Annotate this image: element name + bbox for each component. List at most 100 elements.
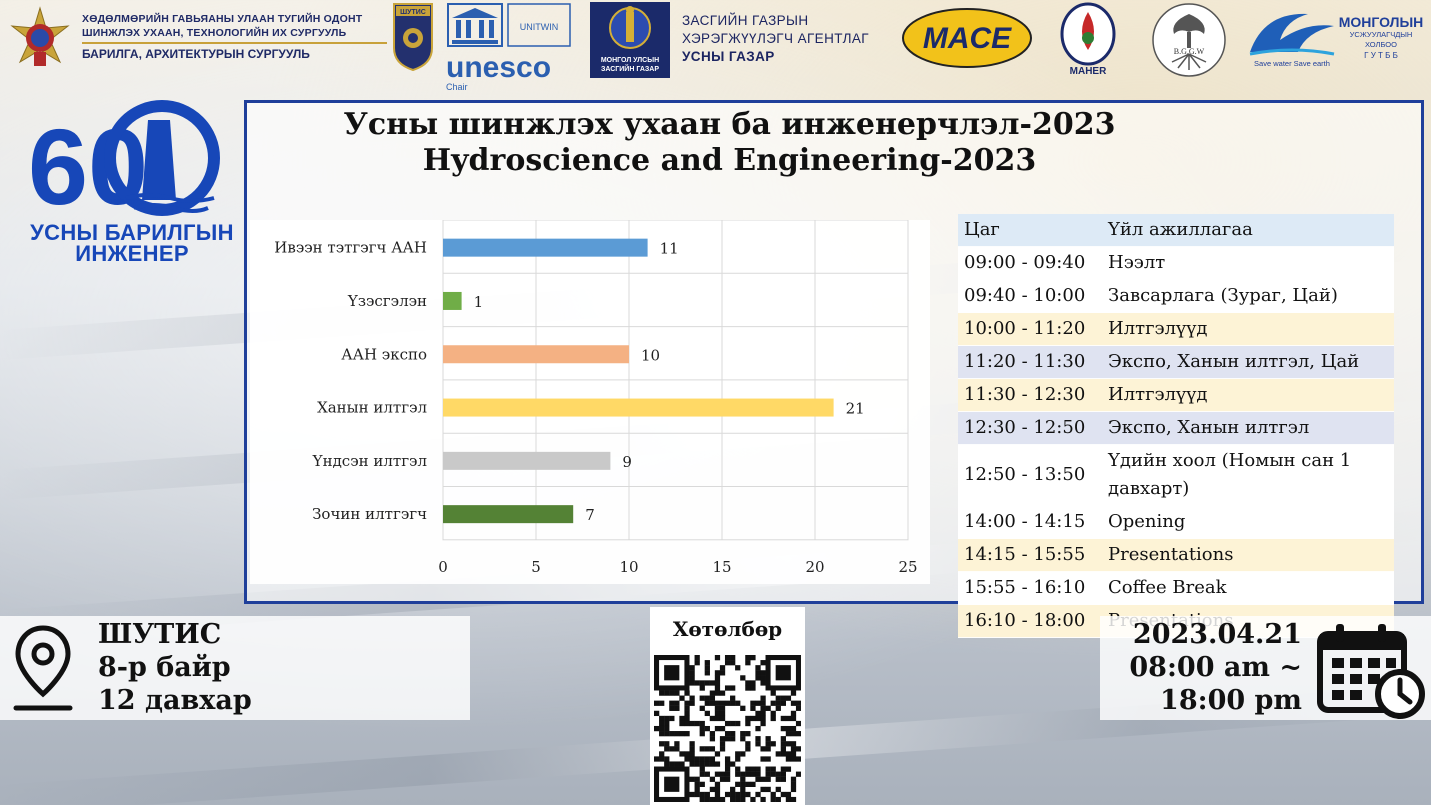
water-union-line-1: МОНГОЛЫН [1338,14,1424,30]
event-datetime: 2023.04.21 08:00 am ~ 18:00 pm [1108,618,1302,717]
location-text: ШУТИС 8-р байр 12 давхар [98,618,252,717]
qr-finder-pattern [654,655,690,691]
event-time-start: 08:00 am ~ [1129,652,1302,683]
schedule-activity-cell: Үдийн хоол (Номын сан 1 давхарт) [1108,450,1352,499]
schedule-activity-cell: Экспо, Ханын илтгэл, Цай [1108,351,1360,372]
chart-bar [443,238,648,257]
unesco-temple-icon: UNITWIN [447,3,571,47]
emblem-line-2: ЗАСГИЙН ГАЗАР [600,66,660,73]
unesco-logo: UNITWIN unesco Chair [446,2,572,92]
schedule-time-cell: 11:30 - 12:30 [964,384,1086,405]
chart-category-label: Үзэсгэлэн [347,292,427,310]
chart-svg: 0 5 10 15 20 25 Ивээн тэтгэгч ААН 11 Үзэсгэлэн 1 А… [274,220,918,576]
participants-bar-chart: 0 5 10 15 20 25 Ивээн тэтгэгч ААН 11 Үзэсгэлэн 1 А… [250,220,930,584]
schedule-activity-cell: Coffee Break [1108,577,1227,598]
schedule-time-cell: 16:10 - 18:00 [964,610,1086,631]
emblem-line-1: МОНГОЛ УЛСЫН [600,57,660,64]
chart-x-tick-label: 15 [712,558,731,576]
chart-category-label: Ивээн тэтгэгч ААН [274,239,427,257]
school-name: БАРИЛГА, АРХИТЕКТУРЫН СУРГУУЛЬ [82,47,310,61]
unesco-wordmark: unesco [446,51,552,84]
government-emblem: МОНГОЛ УЛСЫН ЗАСГИЙН ГАЗАР [590,2,670,78]
shutis-shield-icon: ШУТИС [393,3,433,72]
chart-x-tick-label: 10 [619,558,638,576]
schedule-row: 15:55 - 16:10 Coffee Break [958,572,1394,605]
university-emblem-icon [10,6,70,66]
schedule-activity-cell: Илтгэлүүд [1108,318,1208,339]
qr-finder-pattern [654,766,690,802]
maher-logo-icon: MAHER [1060,2,1116,76]
university-line-1: ХӨДӨЛМӨРИЙН ГАВЬЯАНЫ УЛААН ТУГИЙН ОДОНТ [82,13,363,25]
qr-finder-pattern [765,655,801,691]
chart-bar [443,505,574,524]
event-time-end: 18:00 pm [1160,685,1302,716]
schedule-activity-cell: Илтгэлүүд [1108,384,1208,405]
schedule-activity-cell: Нээлт [1108,252,1166,273]
chart-x-tick-label: 5 [531,558,541,576]
qr-code-icon[interactable] [654,655,801,802]
schedule-activity-cell: Opening [1108,511,1186,532]
anniversary-years: 1963-2023 [109,199,143,206]
schedule-header-row: Цаг Үйл ажиллагаа [958,214,1394,247]
calendar-clock-icon [1317,624,1425,719]
agency-line-2: ХЭРЭГЖҮҮЛЭГЧ АГЕНТЛАГ [682,31,869,46]
water-union-line-3: Г У Т Б Б [1364,51,1398,60]
event-date: 2023.04.21 [1132,619,1302,650]
schedule-row: 12:30 - 12:50 Экспо, Ханын илтгэл [958,412,1394,445]
schedule-row: 09:00 - 09:40 Нээлт [958,247,1394,280]
chart-category-label: Ханын илтгэл [317,399,427,417]
location-pin-icon [13,625,73,711]
schedule-table: Цаг Үйл ажиллагаа 09:00 - 09:40 Нээлт 09:4… [958,214,1394,638]
water-union-wave-icon: Save water Save earth [1249,13,1335,68]
bggw-tree-logo-icon: B.G.G.W [1152,3,1226,77]
agency-line-3: УСНЫ ГАЗАР [682,49,775,64]
chart-category-label: ААН экспо [341,345,427,363]
header-logo-bar: ХӨДӨЛМӨРИЙН ГАВЬЯАНЫ УЛААН ТУГИЙН ОДОНТ … [0,0,1431,92]
university-line-2: ШИНЖЛЭХ УХААН, ТЕХНОЛОГИЙН ИХ СУРГУУЛЬ [82,27,347,39]
anniversary-title-line-1: УСНЫ БАРИЛГЫН [30,220,234,245]
location-line-1: ШУТИС [98,619,222,650]
mace-logo-icon: MACE [902,8,1032,68]
conference-title-en: Hydroscience and Engineering-2023 [422,143,1037,178]
schedule-time-cell: 11:20 - 11:30 [964,351,1086,372]
schedule-row: 14:00 - 14:15 Opening [958,506,1394,539]
schedule-row: 10:00 - 11:20 Илтгэлүүд [958,313,1394,346]
schedule-header-time: Цаг [964,219,1000,240]
qr-label: Хөтөлбөр [672,617,783,641]
shutis-badge-text: ШУТИС [400,9,426,16]
location-line-2: 8-р байр [98,652,231,683]
chart-data-label: 21 [846,400,865,418]
schedule-time-cell: 14:00 - 14:15 [964,511,1086,532]
chart-x-tick-label: 20 [805,558,824,576]
chart-bar [443,398,834,417]
schedule-activity-cell: Экспо, Ханын илтгэл [1108,417,1310,438]
chart-data-label: 10 [641,346,660,364]
water-union-name: МОНГОЛЫН УСЖУУЛАГЧДЫН ХОЛБОО Г У Т Б Б [1338,14,1424,62]
soyombo-emblem-icon [609,6,651,49]
chart-bar [443,345,629,364]
schedule-row: 12:50 - 13:50 Үдийн хоол (Номын сан 1 дав… [958,445,1394,506]
chart-data-label: 9 [622,453,632,471]
panel-title: Усны шинжлэх ухаан ба инженерчлэл-2023 H… [247,107,1422,179]
schedule-time-cell: 15:55 - 16:10 [964,577,1086,598]
program-qr-card[interactable]: Хөтөлбөр [650,607,805,805]
water-union-slogan: Save water Save earth [1254,59,1330,68]
schedule-row: 11:20 - 11:30 Экспо, Ханын илтгэл, Цай [958,346,1394,379]
chart-data-label: 1 [474,293,484,311]
schedule-row: 11:30 - 12:30 Илтгэлүүд [958,379,1394,412]
schedule-activity-cell: Завсарлага (Зураг, Цай) [1108,285,1338,306]
schedule-time-cell: 14:15 - 15:55 [964,544,1086,565]
chart-bar [443,451,611,470]
chart-data-label: 7 [585,506,595,524]
schedule-row: 09:40 - 10:00 Завсарлага (Зураг, Цай) [958,280,1394,313]
chart-data-label: 11 [660,240,679,258]
chart-x-tick-label: 0 [438,558,448,576]
anniversary-title: УСНЫ БАРИЛГЫН ИНЖЕНЕР [22,220,242,266]
schedule-activity-cell: Presentations [1108,544,1234,565]
schedule-time-cell: 12:50 - 13:50 [964,464,1086,485]
chart-category-label: Үндсэн илтгэл [312,452,427,470]
schedule-time-cell: 12:30 - 12:50 [964,417,1086,438]
anniversary-title-line-2: ИНЖЕНЕР [75,241,189,266]
conference-title-mn: Усны шинжлэх ухаан ба инженерчлэл-2023 [343,107,1116,142]
maher-text: MAHER [1070,66,1107,76]
